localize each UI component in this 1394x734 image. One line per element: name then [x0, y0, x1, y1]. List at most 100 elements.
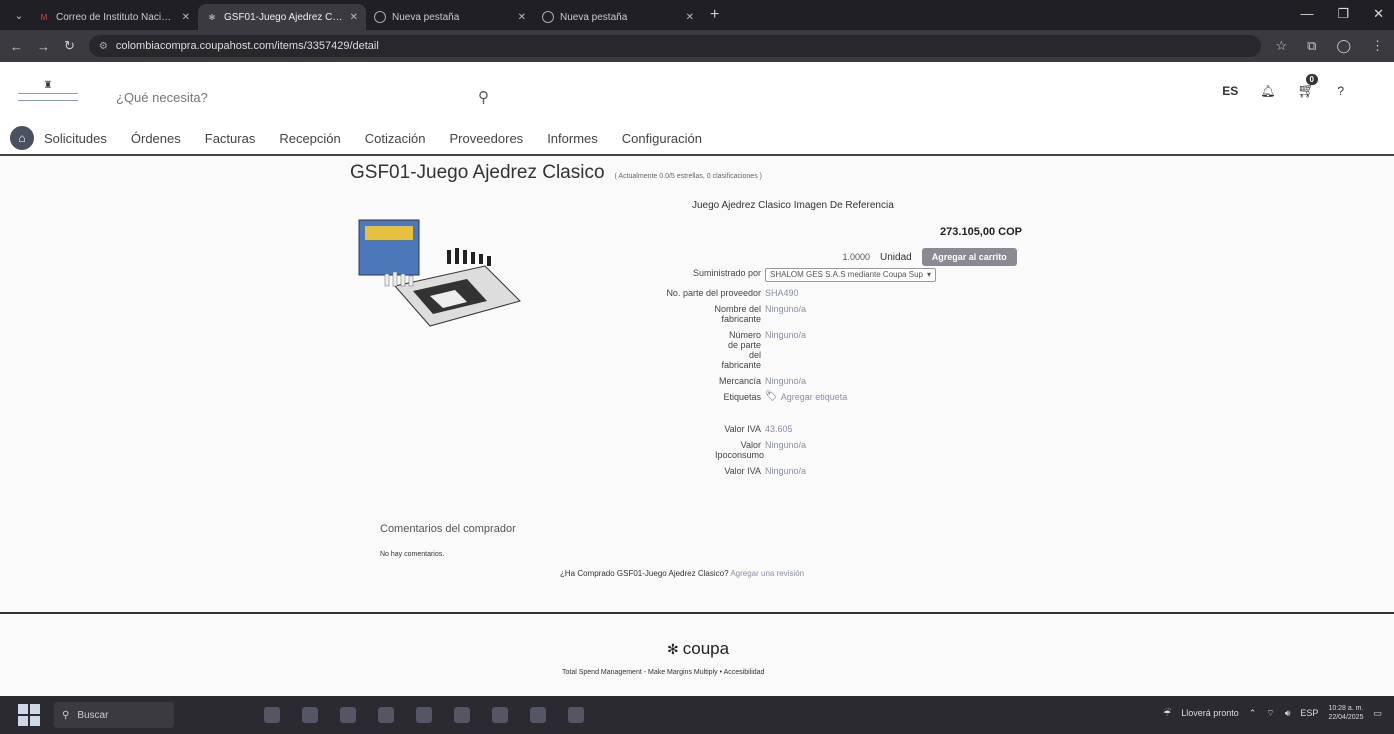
nav-solicitudes[interactable]: Solicitudes [44, 131, 107, 146]
quantity-input[interactable] [838, 252, 870, 262]
detail-row-part-no: No. parte del proveedor SHA490 [660, 288, 990, 298]
add-review-link[interactable]: Agregar una revisión [730, 569, 804, 578]
cart-button[interactable]: 🛒︎ 0 [1298, 74, 1318, 99]
url-text: colombiacompra.coupahost.com/items/33574… [115, 40, 379, 52]
nav-ordenes[interactable]: Órdenes [131, 131, 181, 146]
store-icon[interactable] [378, 707, 394, 723]
close-icon[interactable]: ✕ [182, 12, 190, 23]
page-footer: ✻ coupa Total Spend Management - Make Ma… [0, 612, 1394, 696]
clock-date: 22/04/2025 [1328, 714, 1364, 721]
maximize-icon[interactable]: ❐ [1337, 6, 1349, 22]
detail-label: Valor IVA [724, 424, 761, 434]
edge-icon[interactable] [568, 707, 584, 723]
tab-search-icon[interactable]: ⌄ [8, 4, 30, 26]
excel-icon[interactable] [492, 707, 508, 723]
nav-recepcion[interactable]: Recepción [279, 131, 340, 146]
tray-chevron-icon[interactable]: ⌃ [1249, 708, 1257, 719]
bookmark-star-icon[interactable]: ☆ [1275, 38, 1287, 54]
browser-tab-coupa[interactable]: ✻ GSF01-Juego Ajedrez Clasico ✕ [198, 4, 366, 30]
address-bar: ← → ↻ ⚙ colombiacompra.coupahost.com/ite… [0, 30, 1394, 62]
mail-icon[interactable] [340, 707, 356, 723]
nav-proveedores[interactable]: Proveedores [449, 131, 523, 146]
chrome-taskbar-icon[interactable] [416, 707, 432, 723]
taskbar-search[interactable]: ⚲ Buscar [54, 702, 174, 728]
rating-note: ( Actualmente 0.0/5 estrellas, 0 clasifi… [614, 173, 762, 180]
minimize-icon[interactable]: — [1300, 6, 1313, 22]
browser-tab-new-2[interactable]: Nueva pestaña ✕ [534, 4, 702, 30]
nav-cotizacion[interactable]: Cotización [365, 131, 426, 146]
item-price: 273.105,00 COP [940, 226, 1022, 238]
bell-icon[interactable]: 🔔︎ [1260, 84, 1275, 98]
agency-logo[interactable]: ♜ [16, 80, 80, 106]
word-icon[interactable] [454, 707, 470, 723]
nav-informes[interactable]: Informes [547, 131, 598, 146]
url-field[interactable]: ⚙ colombiacompra.coupahost.com/items/335… [88, 35, 1262, 57]
review-prompt: ¿Ha Comprado GSF01-Juego Ajedrez Clasico… [560, 569, 804, 578]
clock[interactable]: 10:28 a. m. 22/04/2025 [1328, 704, 1363, 722]
close-icon[interactable]: ✕ [686, 12, 694, 23]
detail-label: Valor Ipoconsumo [715, 440, 765, 460]
detail-row-tags: Etiquetas 🏷︎ Agregar etiqueta [660, 392, 990, 403]
nav-configuracion[interactable]: Configuración [622, 131, 702, 146]
product-image[interactable] [355, 216, 525, 336]
unit-label: Unidad [880, 251, 912, 263]
extensions-icon[interactable]: ⧉ [1307, 38, 1316, 54]
item-title-text: GSF01-Juego Ajedrez Clasico [350, 162, 605, 183]
site-info-icon[interactable]: ⚙ [99, 41, 108, 52]
add-to-cart-button[interactable]: Agregar al carrito [921, 248, 1017, 266]
taskbar-apps [264, 707, 584, 723]
weather-text[interactable]: Lloverá pronto [1181, 708, 1239, 718]
os-taskbar: ⚲ Buscar ☔︎ Lloverá pronto ⌃ ⌔ 🔊︎ ESP 10… [0, 696, 1394, 734]
new-tab-icon[interactable]: + [710, 6, 719, 24]
detail-label: Mercancía [718, 376, 761, 386]
coupa-mark-icon: ✻ [667, 640, 679, 657]
browser-tab-bar: ⌄ M Correo de Instituto Nacional P ✕ ✻ G… [0, 0, 1394, 30]
detail-value: Ninguno/a [765, 376, 807, 386]
forward-icon[interactable]: → [37, 39, 50, 54]
footer-tagline: Total Spend Management - Make Margins Mu… [562, 669, 765, 676]
supplier-select[interactable]: SHALOM GES S.A.S mediante Coupa Sup ▾ [765, 268, 936, 282]
windows-start-icon[interactable] [18, 704, 40, 726]
search-input[interactable] [116, 90, 496, 105]
back-icon[interactable]: ← [10, 39, 23, 54]
detail-label: Nombre del fabricante [714, 304, 761, 324]
help-icon[interactable]: ? [1337, 84, 1344, 98]
tab-title: GSF01-Juego Ajedrez Clasico [224, 11, 344, 23]
reload-icon[interactable]: ↻ [64, 38, 75, 54]
app-header: ♜ ⚲ ES 🔔︎ 🛒︎ 0 ? [0, 62, 1394, 122]
detail-value: Ninguno/a [765, 330, 807, 340]
widget-icon[interactable] [264, 707, 280, 723]
page-title: GSF01-Juego Ajedrez Clasico ( Actualment… [350, 162, 762, 184]
volume-icon[interactable]: 🔊︎ [1285, 708, 1291, 719]
network-icon[interactable]: ⌔ [1266, 708, 1274, 719]
detail-value: SHA490 [765, 288, 799, 298]
search-icon[interactable]: ⚲ [478, 88, 489, 106]
close-window-icon[interactable]: ✕ [1373, 6, 1384, 22]
cart-count-badge: 0 [1305, 74, 1318, 85]
browser-tab-gmail[interactable]: M Correo de Instituto Nacional P ✕ [30, 4, 198, 30]
search-icon: ⚲ [62, 709, 70, 721]
close-icon[interactable]: ✕ [518, 12, 526, 23]
file-explorer-icon[interactable] [302, 707, 318, 723]
profile-icon[interactable]: ◯ [1336, 38, 1351, 54]
coupa-logo[interactable]: ✻ coupa [667, 639, 729, 659]
menu-icon[interactable]: ⋮ [1371, 38, 1384, 54]
main-nav: ⌂ Solicitudes Órdenes Facturas Recepción… [0, 122, 1394, 156]
nav-facturas[interactable]: Facturas [205, 131, 256, 146]
item-description: Juego Ajedrez Clasico Imagen De Referenc… [692, 200, 894, 211]
language-selector[interactable]: ES [1222, 84, 1238, 98]
coupa-brand-text: coupa [682, 639, 730, 658]
system-tray: ☔︎ Lloverá pronto ⌃ ⌔ 🔊︎ ESP 10:28 a. m.… [1163, 704, 1382, 722]
browser-tab-new-1[interactable]: Nueva pestaña ✕ [366, 4, 534, 30]
input-language[interactable]: ESP [1300, 708, 1318, 718]
add-tag-link[interactable]: 🏷︎ Agregar etiqueta [765, 392, 847, 403]
detail-value: 43.605 [765, 424, 793, 434]
teams-icon[interactable] [530, 707, 546, 723]
detail-row-mfr-part: Número de parte del fabricante Ninguno/a [660, 330, 990, 370]
weather-icon[interactable]: ☔︎ [1163, 708, 1171, 719]
notification-icon[interactable]: ▭ [1373, 708, 1382, 719]
close-icon[interactable]: ✕ [350, 12, 358, 23]
tab-title: Nueva pestaña [560, 11, 628, 23]
detail-row-iva-2: Valor IVA Ninguno/a [660, 466, 990, 476]
home-icon[interactable]: ⌂ [10, 126, 34, 150]
